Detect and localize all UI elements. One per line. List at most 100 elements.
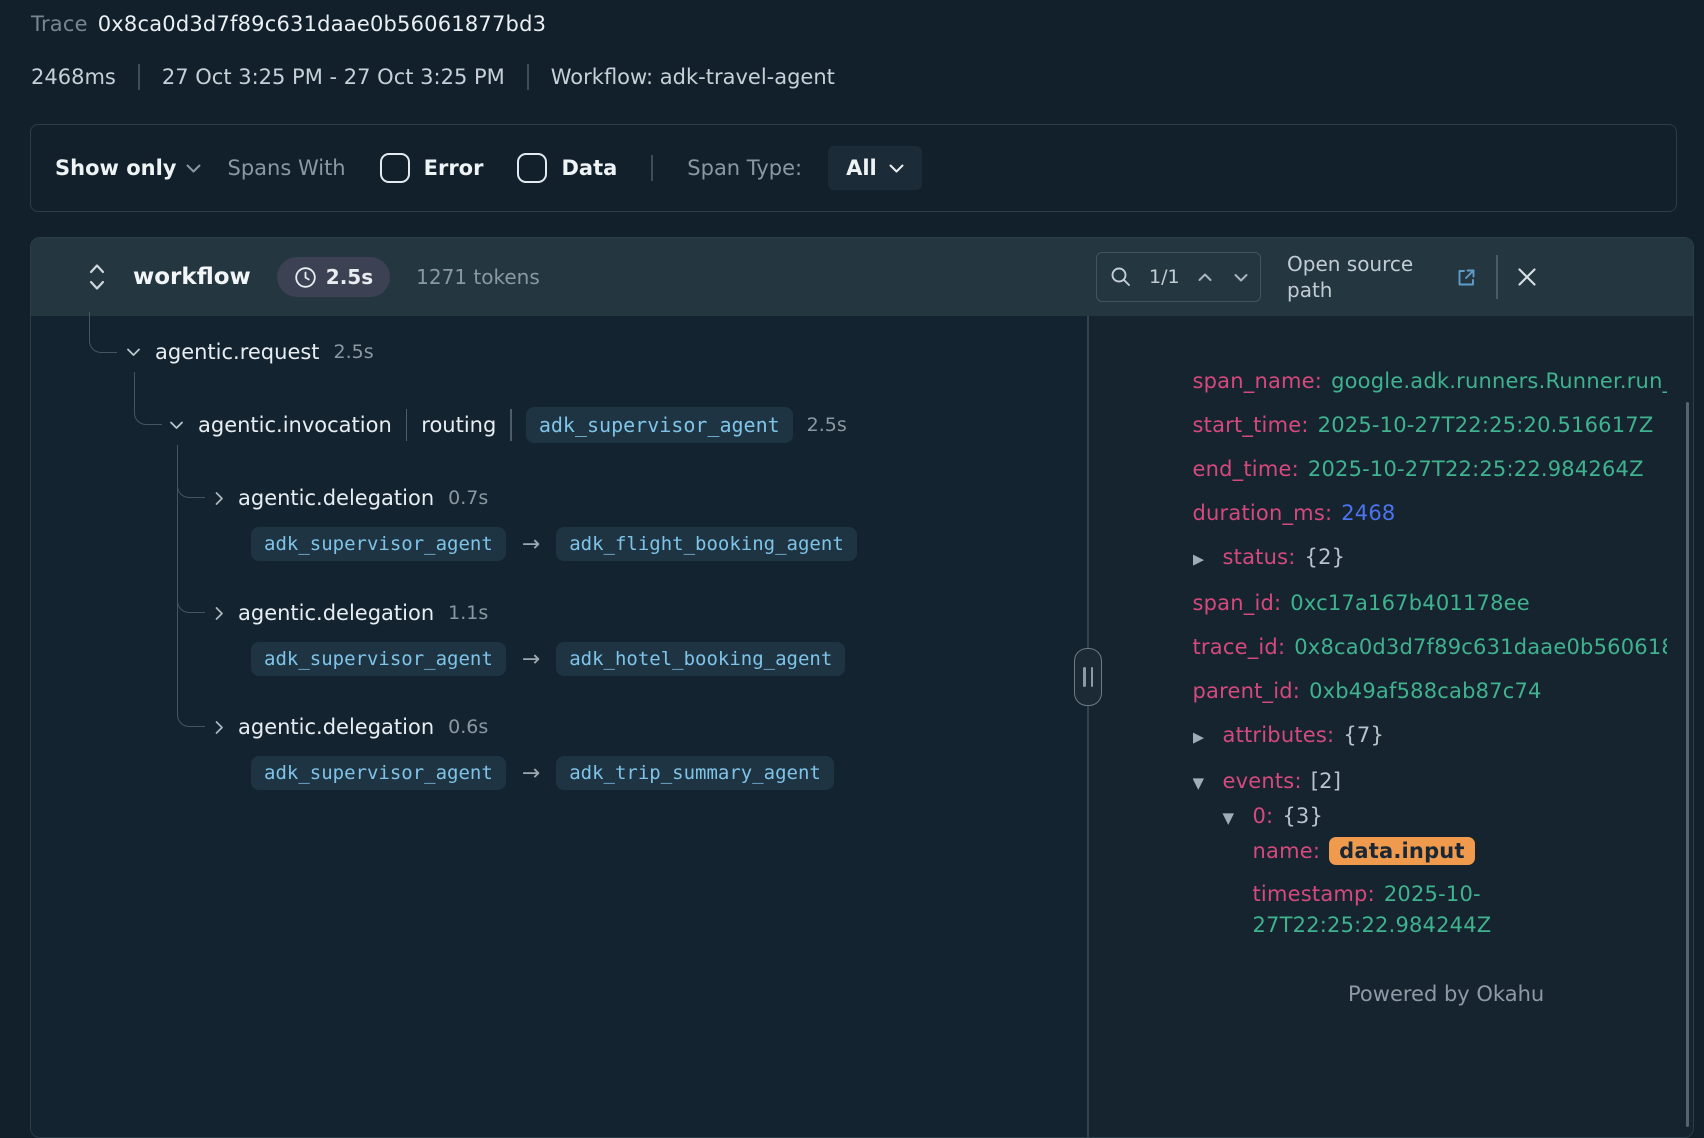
data-checkbox[interactable] [517,153,547,183]
tree-row-delegation-3[interactable]: agentic.delegation 0.6s [214,707,488,747]
detail-value: {7} [1343,723,1384,747]
agent-chip[interactable]: adk_hotel_booking_agent [556,642,845,676]
spans-with-label: Spans With [227,156,345,180]
search-prev-button[interactable] [1198,273,1212,282]
caret-down-icon[interactable]: ▼ [1223,803,1253,834]
trace-time-range: 27 Oct 3:25 PM - 27 Oct 3:25 PM [162,65,505,89]
detail-key: parent_id: [1193,679,1301,703]
detail-key: end_time: [1193,457,1299,481]
trace-duration: 2468ms [31,65,116,89]
detail-row-event-name: name:data.input [1193,836,1668,867]
tree-row-invocation[interactable]: agentic.invocation routing adk_superviso… [169,405,847,445]
detail-key: duration_ms: [1193,501,1333,525]
detail-key: start_time: [1193,413,1309,437]
caret-down-icon[interactable]: ▼ [1193,768,1223,799]
filter-bar: Show only Spans With Error Data Span Typ… [30,124,1677,212]
span-duration: 0.7s [448,487,488,509]
caret-right-icon[interactable]: ▶ [1193,544,1223,575]
detail-row-attributes: ▶attributes: {7} [1193,720,1668,753]
detail-row-trace-id: trace_id: 0x8ca0d3d7f89c631daae0b56061877… [1193,632,1668,663]
detail-row-parent-id: parent_id: 0xb49af588cab87c74 [1193,676,1668,707]
trace-meta: 2468ms 27 Oct 3:25 PM - 27 Oct 3:25 PM W… [31,64,835,90]
data-checkbox-label[interactable]: Data [561,156,617,180]
chevron-right-icon[interactable] [214,491,224,506]
tree-row-delegation-2[interactable]: agentic.delegation 1.1s [214,593,488,633]
search-icon [1109,265,1133,289]
detail-key: span_name: [1193,369,1323,393]
detail-value: 0x8ca0d3d7f89c631daae0b56061877bd3 [1294,635,1667,659]
error-checkbox[interactable] [380,153,410,183]
detail-key: status: [1223,545,1296,569]
detail-value: [2] [1311,769,1341,793]
error-checkbox-label[interactable]: Error [424,156,484,180]
span-type-value: All [846,156,877,180]
arrow-right-icon: → [522,761,540,786]
detail-row-event-timestamp: timestamp:2025-10-27T22:25:22.984244Z [1193,879,1668,941]
detail-row-start-time: start_time: 2025-10-27T22:25:20.516617Z [1193,410,1668,441]
divider [406,409,408,441]
span-type-select[interactable]: All [828,146,922,190]
agent-chip[interactable]: adk_supervisor_agent [251,756,506,790]
search-input[interactable]: 1/1 [1096,252,1261,302]
detail-key: events: [1223,769,1302,793]
panel-divider [1087,316,1089,1137]
tree-row-delegation-1[interactable]: agentic.delegation 0.7s [214,478,488,518]
workflow-tokens: 1271 tokens [416,265,540,289]
detail-value: 0xc17a167b401178ee [1290,591,1530,615]
workflow-duration: 2.5s [326,265,373,289]
tree-connector [177,445,205,727]
search-next-button[interactable] [1234,273,1248,282]
divider [138,64,140,90]
sort-icon[interactable] [87,262,107,292]
chevron-down-icon[interactable] [126,347,141,357]
agent-chip[interactable]: adk_flight_booking_agent [556,527,857,561]
span-duration: 2.5s [807,414,847,436]
span-duration: 2.5s [334,341,374,363]
show-only-dropdown[interactable]: Show only [55,156,201,180]
span-detail-panel: span_name: google.adk.runners.Runner.run_… [1089,316,1694,1137]
panel-resize-handle[interactable] [1074,648,1102,706]
chevron-right-icon[interactable] [214,606,224,621]
scrollbar[interactable] [1686,402,1690,1127]
agent-chip[interactable]: adk_supervisor_agent [251,527,506,561]
divider [1496,255,1498,299]
agent-chip[interactable]: adk_supervisor_agent [251,642,506,676]
agent-chip[interactable]: adk_trip_summary_agent [556,756,834,790]
detail-row-duration-ms: duration_ms: 2468 [1193,498,1668,529]
caret-right-icon[interactable]: ▶ [1193,722,1223,753]
span-name: agentic.request [155,340,320,364]
workflow-header-bar: workflow 2.5s 1271 tokens [31,238,1693,316]
external-link-icon[interactable] [1455,266,1478,289]
trace-id: 0x8ca0d3d7f89c631daae0b56061877bd3 [98,12,546,36]
clock-icon [294,266,317,289]
close-icon[interactable] [1516,266,1538,288]
detail-key: trace_id: [1193,635,1286,659]
span-duration: 0.6s [448,716,488,738]
detail-key: 0: [1253,804,1274,828]
span-name: agentic.delegation [238,486,434,510]
span-type-label: Span Type: [687,156,802,180]
divider [527,64,529,90]
trace-workflow: Workflow: adk-travel-agent [551,65,835,89]
detail-row-span-id: span_id:0xc17a167b401178ee [1193,588,1668,619]
chevron-down-icon[interactable] [169,420,184,430]
agent-chip[interactable]: adk_supervisor_agent [526,407,793,443]
workflow-duration-pill: 2.5s [277,257,390,297]
span-category: routing [421,413,496,437]
span-duration: 1.1s [448,602,488,624]
detail-value: google.adk.runners.Runner.run_async [1331,369,1667,393]
workflow-title: workflow [133,264,251,290]
tree-row-request[interactable]: agentic.request 2.5s [126,332,374,372]
detail-value: {2} [1305,545,1346,569]
trace-label: Trace [31,12,88,36]
detail-key: attributes: [1223,723,1335,747]
delegation-agents-1: adk_supervisor_agent → adk_flight_bookin… [251,522,857,566]
detail-value: 2468 [1341,501,1395,525]
span-name: agentic.invocation [198,413,392,437]
divider [510,409,512,441]
detail-value: 0xb49af588cab87c74 [1309,679,1542,703]
detail-value: 2025-10-27T22:25:20.516617Z [1318,413,1654,437]
detail-row-span-name: span_name: google.adk.runners.Runner.run_… [1193,366,1668,397]
span-name: agentic.delegation [238,715,434,739]
chevron-right-icon[interactable] [214,720,224,735]
